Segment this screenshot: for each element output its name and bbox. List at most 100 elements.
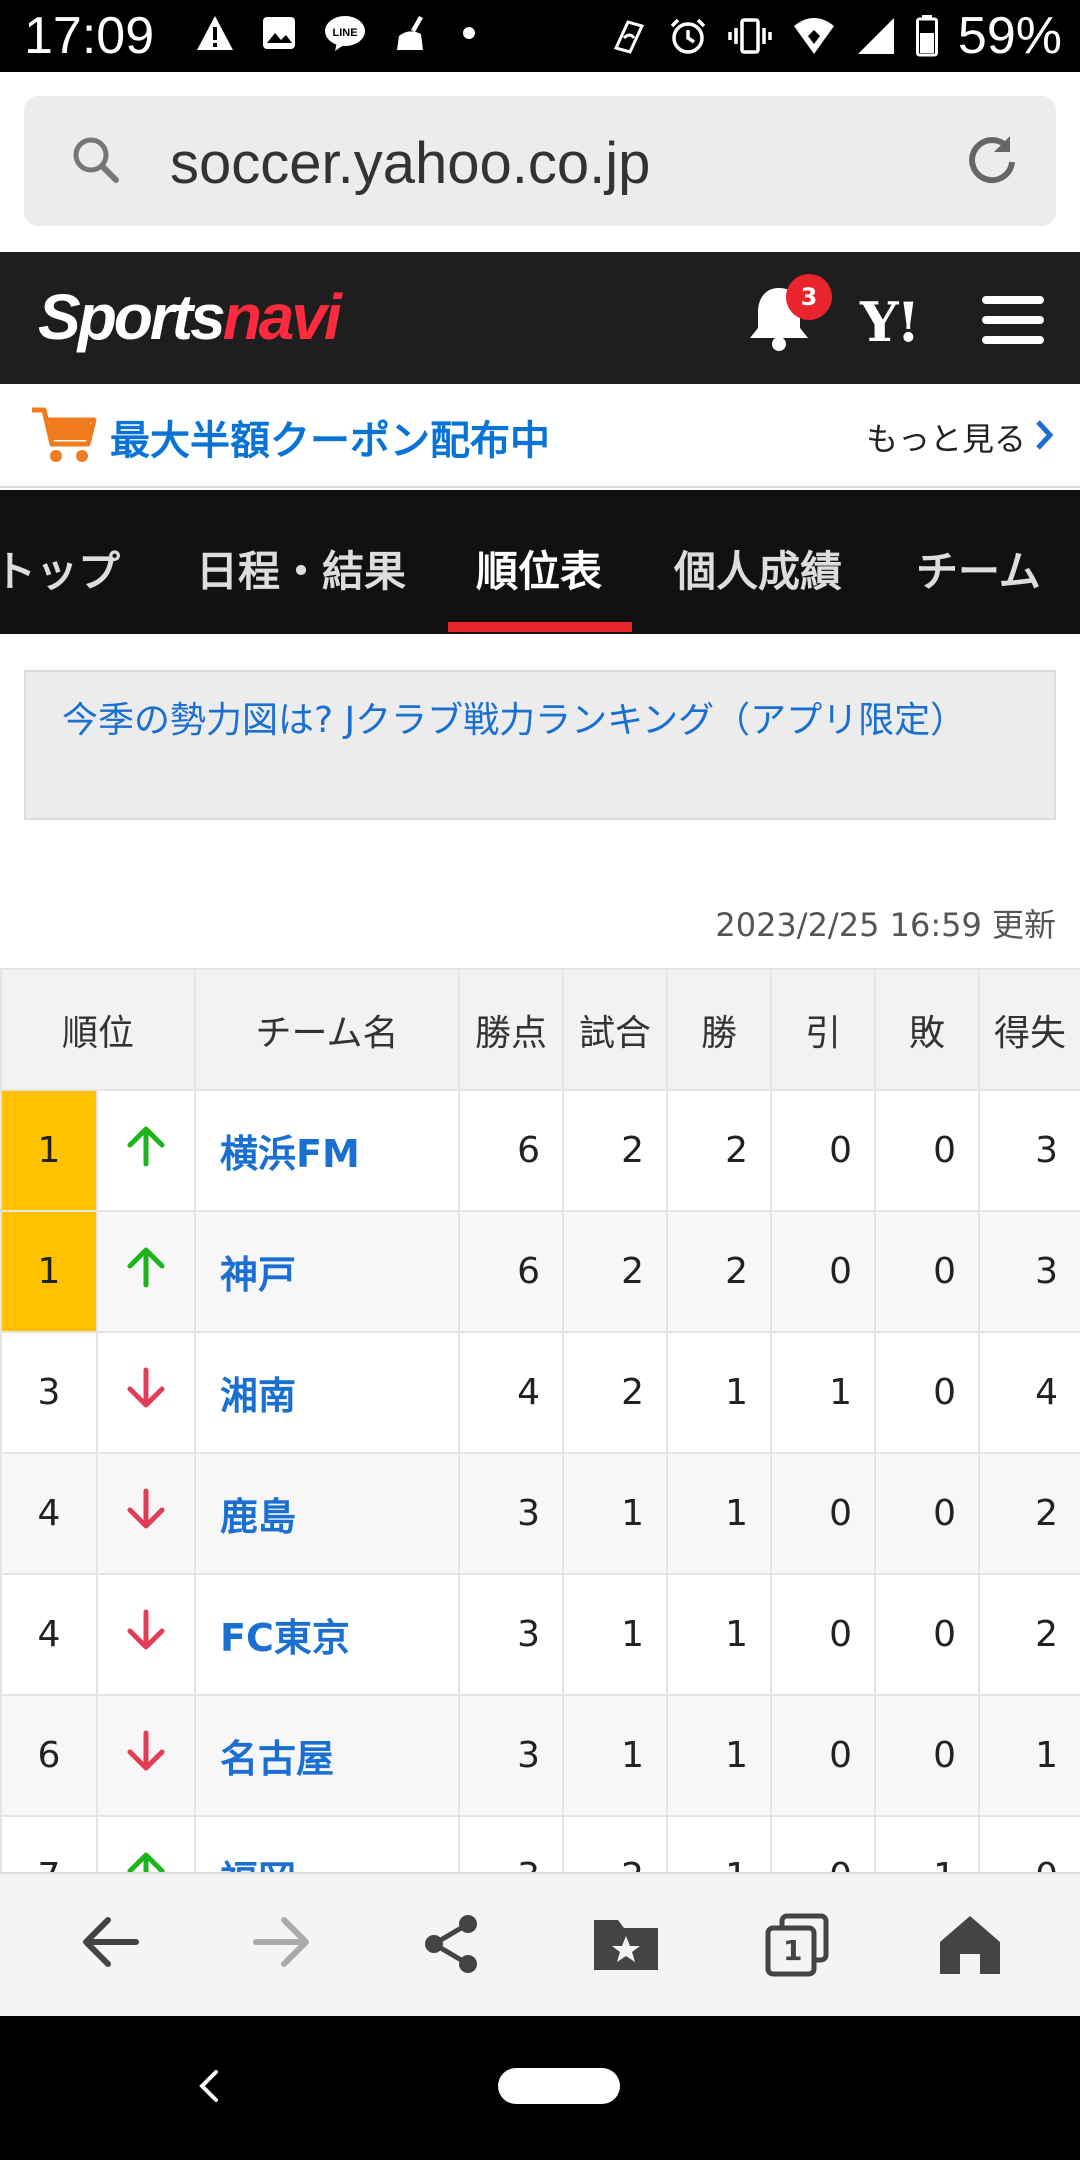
coupon-banner[interactable]: 最大半額クーポン配布中 もっと見る <box>0 384 1080 488</box>
coupon-text[interactable]: 最大半額クーポン配布中 <box>110 408 550 466</box>
won-cell: 1 <box>666 1815 773 1872</box>
header-lost: 敗 <box>874 968 981 1091</box>
browser-toolbar: 1 <box>0 1872 1080 2016</box>
image-icon <box>263 17 295 49</box>
rank-cell: 1 <box>0 1210 98 1333</box>
won-cell: 2 <box>666 1210 773 1333</box>
signal-icon <box>857 18 894 54</box>
tab-schedule[interactable]: 日程・結果 <box>196 538 406 599</box>
rank-cell: 4 <box>0 1573 98 1696</box>
rank-cell: 3 <box>0 1331 98 1454</box>
team-link[interactable]: 福岡 <box>194 1815 461 1872</box>
header-goal-diff: 得失 <box>978 968 1080 1091</box>
drawn-cell: 1 <box>770 1331 877 1454</box>
goal-diff-cell: 2 <box>978 1452 1080 1575</box>
table-row[interactable]: 4 鹿島 3 1 1 0 0 2 <box>0 1452 1080 1575</box>
drawn-cell: 0 <box>770 1452 877 1575</box>
won-cell: 1 <box>666 1694 773 1817</box>
team-link[interactable]: 湘南 <box>194 1331 461 1454</box>
team-link[interactable]: FC東京 <box>194 1573 461 1696</box>
tabs-button[interactable]: 1 <box>764 1912 830 1982</box>
standings-table: 順位 チーム名 勝点 試合 勝 引 敗 得失 1 横浜FM 6 2 2 0 0 3 1 神戸 6 2 2… <box>0 968 1080 1872</box>
url-text[interactable]: soccer.yahoo.co.jp <box>170 130 650 197</box>
drawn-cell: 0 <box>770 1694 877 1817</box>
sportsnavi-logo[interactable]: Sportsnavi <box>38 280 342 354</box>
points-cell: 3 <box>458 1573 565 1696</box>
alarm-icon <box>670 18 706 54</box>
header-team: チーム名 <box>194 968 461 1091</box>
status-bar: 17:09 LINE 59% <box>0 0 1080 72</box>
goal-diff-cell: 3 <box>978 1089 1080 1212</box>
trend-cell <box>95 1573 197 1696</box>
points-cell: 6 <box>458 1210 565 1333</box>
won-cell: 1 <box>666 1573 773 1696</box>
yahoo-logo[interactable]: Y! <box>860 290 920 354</box>
table-header-row: 順位 チーム名 勝点 試合 勝 引 敗 得失 <box>0 968 1080 1091</box>
line-icon: LINE <box>325 16 365 51</box>
header-rank: 順位 <box>0 968 197 1091</box>
back-arrow-icon[interactable] <box>78 1912 142 1972</box>
broom-icon <box>397 16 423 50</box>
standings-table-container[interactable]: 順位 チーム名 勝点 試合 勝 引 敗 得失 1 横浜FM 6 2 2 0 0 3 1 神戸 6 2 2… <box>0 968 1080 1872</box>
notification-icons: LINE <box>195 14 479 52</box>
tab-individual-stats[interactable]: 個人成績 <box>674 538 842 599</box>
trend-cell <box>95 1210 197 1333</box>
bookmark-folder-icon[interactable] <box>592 1912 660 1974</box>
svg-text:LINE: LINE <box>332 27 357 39</box>
lost-cell: 0 <box>874 1694 981 1817</box>
arrow-up-icon <box>127 1247 165 1288</box>
rank-cell: 6 <box>0 1694 98 1817</box>
goal-diff-cell: 1 <box>978 1694 1080 1817</box>
address-bar[interactable]: soccer.yahoo.co.jp <box>24 96 1056 226</box>
goal-diff-cell: 0 <box>978 1815 1080 1872</box>
team-link[interactable]: 名古屋 <box>194 1694 461 1817</box>
tab-standings[interactable]: 順位表 <box>476 538 602 599</box>
battery-icon <box>915 15 938 57</box>
goal-diff-cell: 3 <box>978 1210 1080 1333</box>
forward-arrow-icon[interactable] <box>250 1912 314 1972</box>
table-row[interactable]: 4 FC東京 3 1 1 0 0 2 <box>0 1573 1080 1696</box>
warning-icon <box>197 16 233 50</box>
header-points: 勝点 <box>458 968 565 1091</box>
arrow-down-icon <box>127 1609 165 1650</box>
tab-top[interactable]: トップ <box>0 538 120 599</box>
drawn-cell: 0 <box>770 1573 877 1696</box>
home-icon[interactable] <box>936 1912 1004 1976</box>
dot-icon <box>463 27 475 39</box>
won-cell: 2 <box>666 1089 773 1212</box>
played-cell: 2 <box>562 1210 669 1333</box>
share-icon[interactable] <box>420 1912 484 1976</box>
tab-team[interactable]: チーム <box>916 538 1041 599</box>
nfc-icon <box>613 20 645 54</box>
table-row[interactable]: 1 神戸 6 2 2 0 0 3 <box>0 1210 1080 1333</box>
trend-cell <box>95 1452 197 1575</box>
team-link[interactable]: 神戸 <box>194 1210 461 1333</box>
promo-box[interactable]: 今季の勢力図は? Jクラブ戦力ランキング（アプリ限定） <box>24 670 1056 820</box>
section-tabs: トップ 日程・結果 順位表 個人成績 チーム <box>0 490 1080 634</box>
table-row[interactable]: 6 名古屋 3 1 1 0 0 1 <box>0 1694 1080 1817</box>
team-link[interactable]: 横浜FM <box>194 1089 461 1212</box>
header-drawn: 引 <box>770 968 877 1091</box>
played-cell: 2 <box>562 1815 669 1872</box>
table-row[interactable]: 1 横浜FM 6 2 2 0 0 3 <box>0 1089 1080 1212</box>
points-cell: 6 <box>458 1089 565 1212</box>
menu-icon[interactable] <box>982 296 1044 344</box>
table-row[interactable]: 3 湘南 4 2 1 1 0 4 <box>0 1331 1080 1454</box>
lost-cell: 0 <box>874 1089 981 1212</box>
more-link[interactable]: もっと見る <box>866 414 1026 460</box>
reload-icon[interactable] <box>964 132 1020 188</box>
updated-timestamp: 2023/2/25 16:59 更新 <box>715 906 1056 944</box>
active-tab-indicator <box>448 622 632 632</box>
arrow-up-icon <box>127 1126 165 1167</box>
nav-back-icon[interactable] <box>196 2066 220 2106</box>
promo-link[interactable]: 今季の勢力図は? Jクラブ戦力ランキング（アプリ限定） <box>62 698 1022 744</box>
site-header: Sportsnavi 3 Y! <box>0 252 1080 384</box>
points-cell: 3 <box>458 1452 565 1575</box>
points-cell: 4 <box>458 1331 565 1454</box>
won-cell: 1 <box>666 1331 773 1454</box>
table-row[interactable]: 7福岡321010 <box>0 1815 1080 1872</box>
nav-home-pill[interactable] <box>498 2068 620 2104</box>
played-cell: 2 <box>562 1331 669 1454</box>
header-played: 試合 <box>562 968 669 1091</box>
team-link[interactable]: 鹿島 <box>194 1452 461 1575</box>
